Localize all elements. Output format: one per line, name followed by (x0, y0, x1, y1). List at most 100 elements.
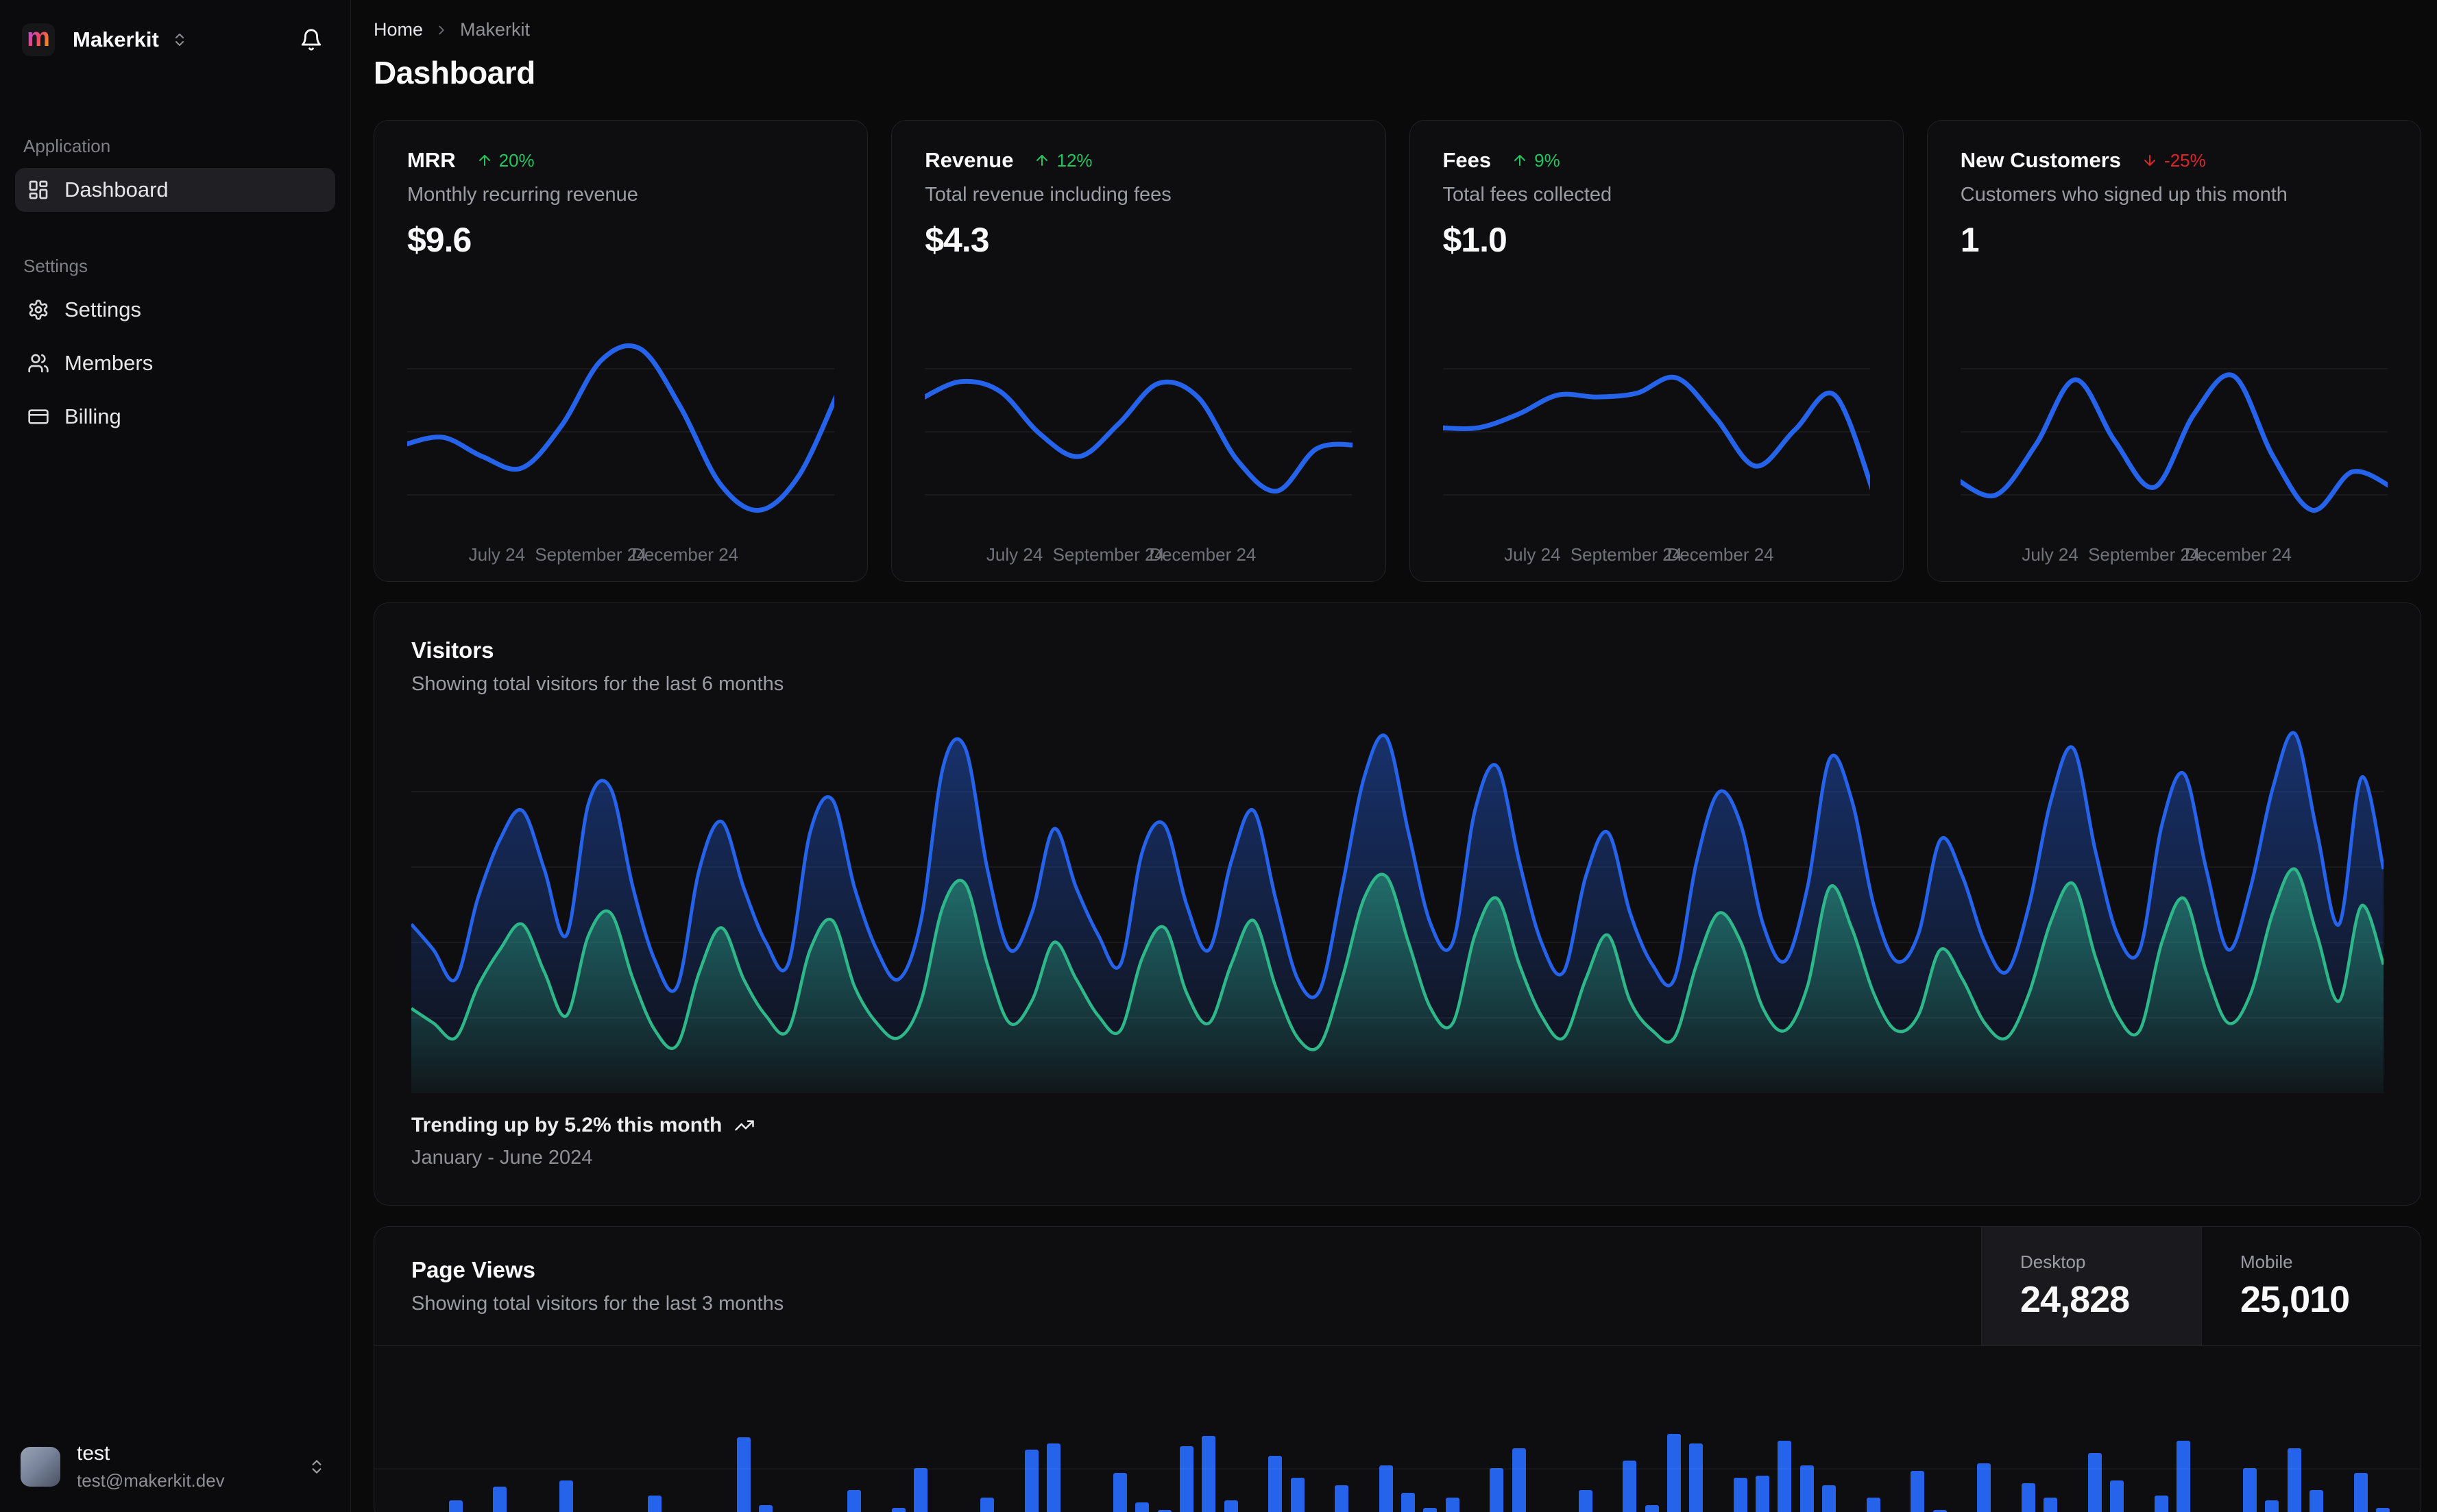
trend-value: 12% (1056, 149, 1093, 171)
stat-value: $1.0 (1442, 221, 1507, 259)
bar (2287, 1448, 2301, 1512)
section-label-application: Application (23, 136, 111, 156)
bar (1666, 1434, 1681, 1512)
bar (1578, 1490, 1592, 1512)
user-name: test (77, 1442, 110, 1465)
x-tick: September 24 (1570, 544, 1683, 565)
chevron-right-icon (434, 23, 449, 38)
x-axis-labels: July 24 September 24 December 24 (1443, 536, 1870, 568)
stat-card-grid: MRR 20% Monthly recurring revenue $9.6 J… (374, 120, 2421, 582)
breadcrumb-home-link[interactable]: Home (374, 19, 423, 40)
stat-description: Total fees collected (1442, 184, 1612, 206)
bar (1799, 1465, 1814, 1512)
bar (1512, 1448, 1526, 1512)
bar (1822, 1485, 1836, 1512)
sidebar-item-label: Billing (64, 404, 121, 428)
bar (1423, 1508, 1438, 1512)
trending-up-icon (734, 1115, 755, 1136)
bar (1024, 1450, 1039, 1512)
x-axis-labels: July 24 September 24 December 24 (407, 536, 834, 568)
arrow-up-icon (1512, 152, 1528, 169)
sidebar-item-dashboard[interactable]: Dashboard (15, 168, 335, 212)
bar (980, 1498, 995, 1512)
stat-title: MRR (407, 148, 456, 172)
workspace-name: Makerkit (73, 27, 159, 51)
user-menu[interactable]: test test@makerkit.dev (0, 1424, 350, 1512)
page-views-title: Page Views (411, 1257, 536, 1282)
bar (2353, 1473, 2368, 1512)
bell-icon[interactable] (300, 28, 323, 51)
bar (847, 1490, 862, 1512)
stat-description: Total revenue including fees (925, 184, 1172, 206)
bar (1268, 1456, 1283, 1512)
bar (1202, 1436, 1216, 1512)
chevrons-up-down-icon[interactable] (171, 32, 188, 48)
sidebar-nav: Application Dashboard Settings Settings … (0, 136, 350, 448)
sidebar-item-label: Members (64, 351, 154, 375)
chevrons-up-down-icon[interactable] (308, 1458, 326, 1476)
trend-badge: 12% (1034, 149, 1093, 171)
x-tick: December 24 (631, 544, 739, 565)
x-tick: December 24 (1666, 544, 1774, 565)
bar (648, 1496, 662, 1512)
bar (1866, 1498, 1880, 1512)
x-tick: September 24 (2088, 544, 2200, 565)
segment-mobile[interactable]: Mobile 25,010 (2201, 1227, 2421, 1345)
stat-description: Customers who signed up this month (1960, 184, 2288, 206)
section-label-settings: Settings (23, 256, 88, 276)
page-views-subtitle: Showing total visitors for the last 3 mo… (411, 1293, 784, 1315)
bar (2309, 1490, 2323, 1512)
sparkline-chart: July 24 September 24 December 24 (1443, 330, 1870, 568)
bar (1379, 1465, 1393, 1512)
segment-desktop[interactable]: Desktop 24,828 (1982, 1227, 2201, 1345)
x-axis-labels: July 24 September 24 December 24 (925, 536, 1352, 568)
trend-badge: 20% (476, 150, 535, 171)
x-tick: July 24 (1504, 544, 1561, 565)
bar (1490, 1468, 1504, 1512)
gear-icon (27, 299, 49, 321)
bar (1135, 1502, 1150, 1512)
stat-value: 1 (1960, 221, 1980, 259)
stat-title: New Customers (1960, 148, 2122, 172)
arrow-up-icon (476, 152, 493, 169)
x-tick: December 24 (1149, 544, 1257, 565)
x-axis-labels: July 24 September 24 December 24 (1961, 536, 2388, 568)
sparkline-chart: July 24 September 24 December 24 (407, 330, 834, 568)
breadcrumb-current: Makerkit (460, 19, 531, 40)
sidebar-item-billing[interactable]: Billing (15, 395, 335, 439)
stat-card-mrr: MRR 20% Monthly recurring revenue $9.6 J… (374, 120, 869, 582)
x-tick: September 24 (1052, 544, 1165, 565)
bar (1911, 1471, 1925, 1512)
stat-value: $4.3 (925, 221, 989, 259)
sidebar: m Makerkit Application Dashboard Setting… (0, 0, 351, 1512)
stat-card-revenue: Revenue 12% Total revenue including fees… (891, 120, 1386, 582)
brand-logo: m (22, 23, 55, 56)
bar (2265, 1500, 2279, 1512)
sidebar-item-members[interactable]: Members (15, 341, 335, 385)
user-email: test@makerkit.dev (77, 1470, 225, 1491)
breadcrumb: Home Makerkit (374, 19, 2421, 40)
stat-description: Monthly recurring revenue (407, 184, 638, 206)
trend-value: -25% (2164, 149, 2206, 171)
stat-card-new-customers: New Customers -25% Customers who signed … (1926, 120, 2421, 582)
bar (1445, 1498, 1459, 1512)
bar (891, 1508, 906, 1512)
trend-badge: 9% (1512, 150, 1560, 171)
page-views-card: Page Views Showing total visitors for th… (374, 1226, 2421, 1512)
visitors-title: Visitors (411, 637, 494, 663)
visitors-card: Visitors Showing total visitors for the … (374, 602, 2421, 1206)
visitors-footer: Trending up by 5.2% this month (411, 1114, 2384, 1137)
arrow-up-icon (1034, 152, 1050, 169)
bar (2044, 1498, 2058, 1512)
page-title: Dashboard (374, 55, 535, 90)
bar (2110, 1480, 2124, 1512)
sidebar-item-settings[interactable]: Settings (15, 288, 335, 332)
stat-title: Fees (1442, 148, 1492, 172)
visitors-trend-text: Trending up by 5.2% this month (411, 1114, 723, 1136)
page-views-header: Page Views Showing total visitors for th… (374, 1227, 2421, 1346)
sidebar-item-label: Dashboard (64, 178, 169, 202)
segment-value: 25,010 (2240, 1279, 2350, 1320)
bar (1113, 1473, 1127, 1512)
bar (1224, 1500, 1238, 1512)
arrow-down-icon (2142, 152, 2158, 169)
